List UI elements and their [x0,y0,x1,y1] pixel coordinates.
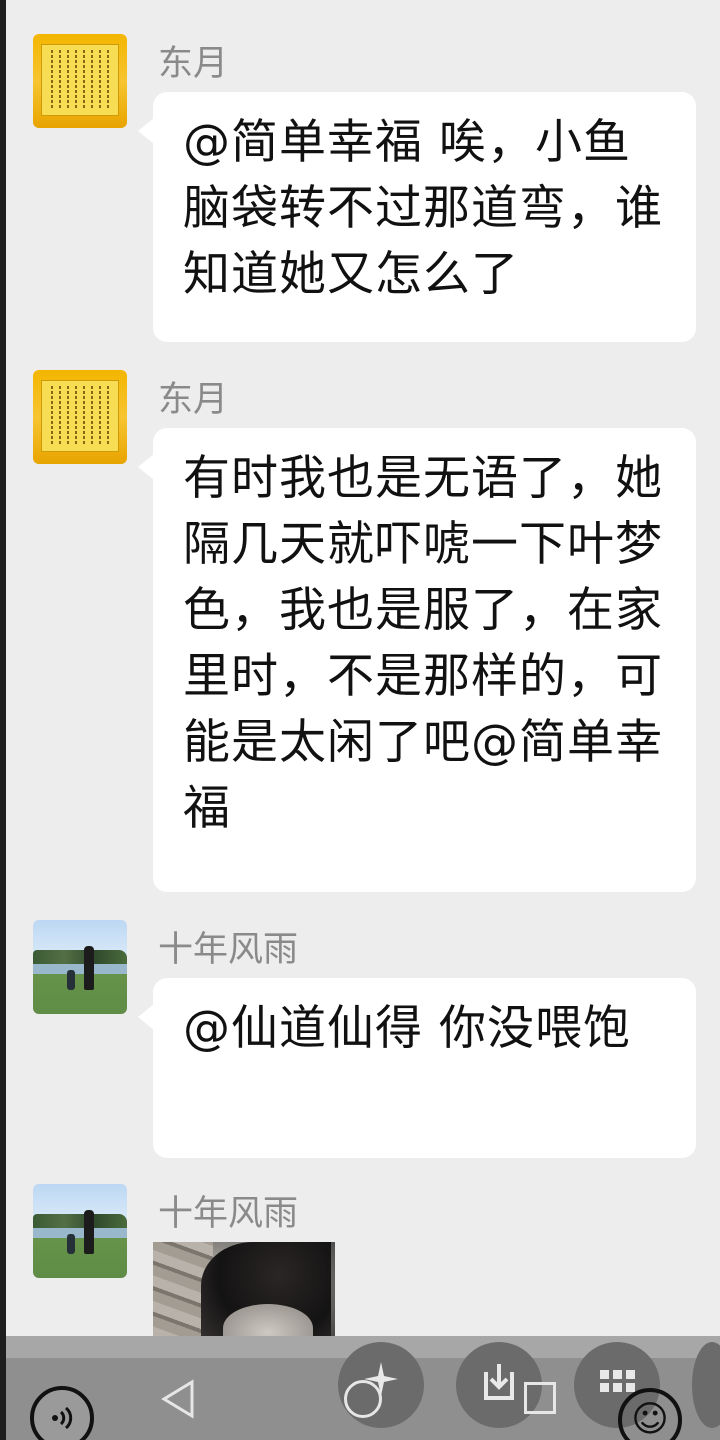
sender-name: 十年风雨 [158,930,299,970]
image-message[interactable] [153,1242,335,1336]
sender-name: 东月 [158,380,229,420]
avatar[interactable] [33,34,127,128]
avatar[interactable] [33,920,127,1014]
message-bubble[interactable]: 有时我也是无语了，她隔几天就吓唬一下叶梦色，我也是服了，在家里时，不是那样的，可… [138,428,696,892]
sender-name: 十年风雨 [158,1194,299,1234]
child-figure [67,1234,75,1254]
chat-message-list[interactable]: 东月 @简单幸福 唉，小鱼脑袋转不过那道弯，谁知道她又怎么了 东月 有时我也是无… [6,0,720,1336]
emoji-icon[interactable]: ☺ [618,1388,682,1440]
voice-waves-icon [52,1406,73,1430]
tree-line [33,950,127,964]
message-bubble[interactable]: @仙道仙得 你没喂饱 [138,978,696,1158]
person-figure [84,1210,94,1254]
lake [33,1228,127,1238]
voice-input-icon[interactable] [30,1386,94,1440]
child-figure [67,970,75,990]
home-circle-icon[interactable] [344,1380,382,1418]
recent-apps-square-icon[interactable] [524,1382,556,1414]
avatar[interactable] [33,1184,127,1278]
lake [33,964,127,974]
message-bubble[interactable]: @简单幸福 唉，小鱼脑袋转不过那道弯，谁知道她又怎么了 [138,92,696,342]
sender-name: 东月 [158,44,229,84]
back-triangle-icon[interactable] [154,1374,204,1424]
bottom-navigation-bar: ☺ [6,1336,720,1440]
avatar[interactable] [33,370,127,464]
tree-line [33,1214,127,1228]
person-figure [84,946,94,990]
